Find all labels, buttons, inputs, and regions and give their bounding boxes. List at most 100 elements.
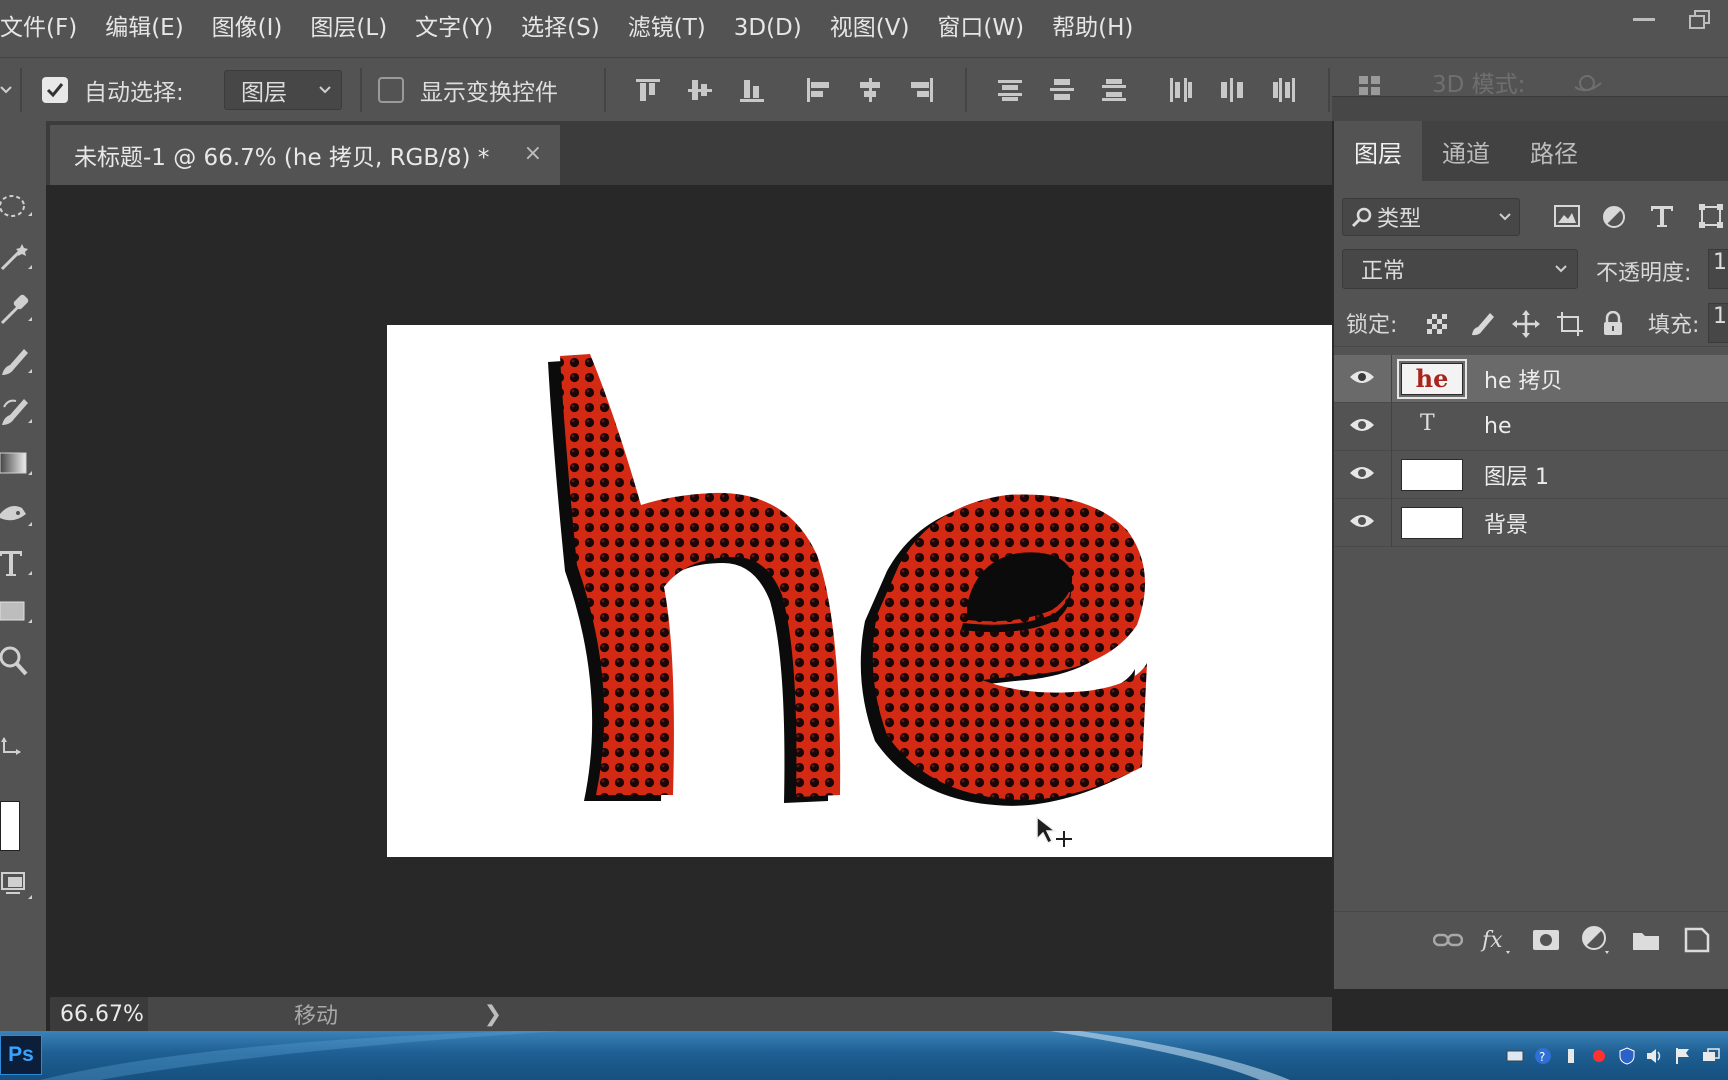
document-canvas[interactable] [387, 325, 1332, 857]
eye-icon [1350, 371, 1374, 383]
menu-help[interactable]: 帮助(H) [1038, 0, 1147, 57]
align-left-button[interactable] [800, 72, 836, 108]
tool-type[interactable] [0, 541, 46, 585]
auto-select-target-dropdown[interactable]: 图层 [224, 70, 342, 110]
link-layers-button[interactable] [1432, 924, 1464, 956]
clip-icon[interactable] [1562, 1047, 1580, 1065]
fill-field[interactable]: 1 [1708, 303, 1728, 343]
show-transform-checkbox[interactable] [378, 58, 404, 122]
opacity-field[interactable]: 1 [1708, 249, 1728, 289]
align-hcenter-button[interactable] [852, 72, 888, 108]
screen-mode-button[interactable] [0, 863, 46, 907]
tool-rectangle[interactable] [0, 589, 46, 633]
divider [1391, 355, 1392, 403]
canvas-area[interactable] [50, 185, 1332, 997]
menu-layer[interactable]: 图层(L) [296, 0, 401, 57]
align-top-button[interactable] [630, 72, 666, 108]
menu-filter[interactable]: 滤镜(T) [614, 0, 720, 57]
tool-eyedropper[interactable] [0, 287, 46, 331]
layer-row-he[interactable]: T he [1334, 403, 1728, 451]
auto-select-checkbox[interactable] [42, 58, 68, 122]
lock-transparent-button[interactable] [1426, 313, 1448, 335]
align-vcenter-button[interactable] [682, 72, 718, 108]
tool-magic-wand[interactable] [0, 235, 46, 279]
align-vertical-center-icon [688, 80, 712, 100]
distribute-vertical-center-icon [1050, 79, 1074, 100]
layer-thumbnail [1401, 459, 1463, 491]
tool-gradient[interactable] [0, 441, 46, 485]
taskbar-swoosh [40, 1031, 1290, 1080]
lock-position-button[interactable] [1512, 310, 1540, 338]
distribute-vcenter-button[interactable] [1044, 72, 1080, 108]
swap-colors-icon [1, 737, 21, 755]
record-icon[interactable] [1590, 1047, 1608, 1065]
close-tab-button[interactable]: × [524, 141, 542, 166]
shield-icon[interactable] [1618, 1046, 1636, 1065]
layer-row-background[interactable]: 背景 [1334, 499, 1728, 547]
tool-preset-chevron[interactable] [0, 58, 12, 122]
tool-pen[interactable] [0, 491, 46, 535]
new-layer-button[interactable] [1680, 924, 1712, 956]
status-menu-arrow[interactable]: ❯ [484, 1002, 502, 1027]
menu-type[interactable]: 文字(Y) [401, 0, 507, 57]
lock-artboard-button[interactable] [1556, 311, 1584, 337]
visibility-toggle[interactable] [1348, 511, 1376, 535]
new-group-button[interactable] [1630, 924, 1662, 956]
lock-all-button[interactable] [1602, 311, 1624, 337]
menu-file[interactable]: 文件(F) [0, 0, 91, 57]
help-icon[interactable]: ? [1534, 1047, 1552, 1065]
filter-type-button[interactable] [1650, 203, 1674, 229]
volume-icon[interactable] [1646, 1047, 1664, 1065]
align-right-button[interactable] [904, 72, 940, 108]
layer-filter-value: 类型 [1377, 207, 1422, 232]
distribute-bottom-button[interactable] [1096, 72, 1132, 108]
menu-window[interactable]: 窗口(W) [923, 0, 1038, 57]
document-tab[interactable]: 未标题-1 @ 66.7% (he 拷贝, RGB/8) * × [50, 125, 560, 185]
layer-row-layer1[interactable]: 图层 1 [1334, 451, 1728, 499]
distribute-right-button[interactable] [1266, 72, 1302, 108]
distribute-left-button[interactable] [1162, 72, 1198, 108]
menu-select[interactable]: 选择(S) [507, 0, 614, 57]
menu-3d[interactable]: 3D(D) [720, 0, 816, 57]
filter-shape-button[interactable] [1698, 203, 1724, 229]
blend-mode-dropdown[interactable]: 正常 [1342, 249, 1578, 289]
layer-style-button[interactable]: fx [1480, 924, 1512, 956]
layer-filter-dropdown[interactable]: 类型 [1342, 198, 1520, 236]
filter-adjustment-button[interactable] [1602, 205, 1626, 229]
filter-pixel-button[interactable] [1554, 205, 1580, 227]
tool-brush[interactable] [0, 339, 46, 383]
tool-history-brush[interactable] [0, 389, 46, 433]
tab-channels[interactable]: 通道 [1422, 121, 1510, 181]
layer-row-he-copy[interactable]: he he 拷贝 [1334, 355, 1728, 403]
restore-button[interactable] [1672, 0, 1728, 40]
lock-pixels-button[interactable] [1470, 311, 1496, 337]
distribute-bottom-icon [1102, 79, 1126, 101]
keyboard-icon[interactable] [1506, 1047, 1524, 1065]
visibility-toggle[interactable] [1348, 367, 1376, 391]
photoshop-taskbar-button[interactable]: Ps [0, 1035, 42, 1075]
menu-view[interactable]: 视图(V) [816, 0, 924, 57]
minimize-button[interactable] [1616, 0, 1672, 40]
swap-colors-button[interactable] [0, 731, 46, 761]
status-bar: 66.67% 移动 ❯ [50, 997, 1332, 1031]
tool-marquee[interactable] [0, 185, 46, 229]
visibility-toggle[interactable] [1348, 463, 1376, 487]
add-mask-button[interactable] [1530, 924, 1562, 956]
menu-image[interactable]: 图像(I) [198, 0, 297, 57]
flag-icon[interactable] [1674, 1047, 1692, 1065]
new-adjustment-button[interactable] [1580, 924, 1612, 956]
eye-icon [1350, 467, 1374, 479]
3d-orbit-button[interactable] [1570, 64, 1606, 100]
network-icon[interactable] [1702, 1047, 1720, 1065]
align-bottom-button[interactable] [734, 72, 770, 108]
visibility-toggle[interactable] [1348, 415, 1376, 439]
menu-edit[interactable]: 编辑(E) [91, 0, 197, 57]
tab-paths[interactable]: 路径 [1510, 121, 1598, 181]
distribute-hcenter-button[interactable] [1214, 72, 1250, 108]
tool-zoom[interactable] [0, 639, 46, 683]
distribute-top-button[interactable] [992, 72, 1028, 108]
foreground-color-swatch[interactable] [0, 801, 20, 851]
tab-layers[interactable]: 图层 [1334, 121, 1422, 181]
chevron-down-icon [0, 86, 12, 94]
zoom-level-field[interactable]: 66.67% [50, 997, 148, 1031]
